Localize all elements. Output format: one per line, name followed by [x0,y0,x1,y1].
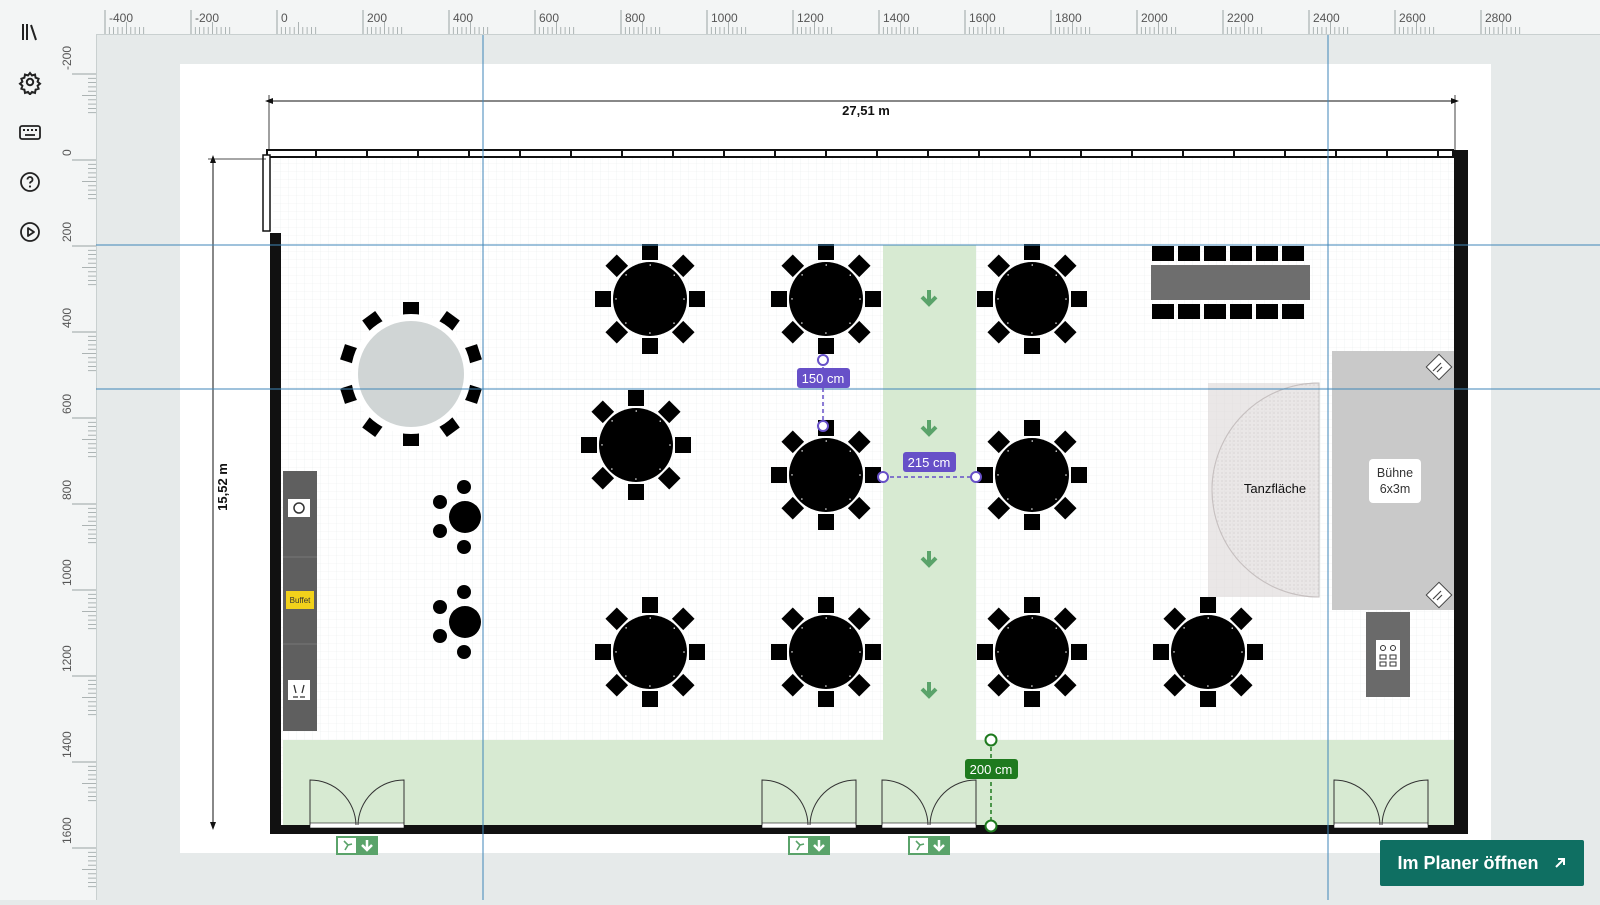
ruler-top-label: 1400 [883,11,910,25]
measure-150cm-label: 150 cm [802,371,845,386]
dimension-width-label: 27,51 m [842,103,890,118]
arrow-up-right-icon [1554,858,1565,868]
ruler-left-label: 600 [60,394,74,414]
ruler-top-label: 2800 [1485,11,1512,25]
open-in-planner-button[interactable]: Im Planer öffnen [1380,840,1584,886]
ruler-left-label: 1600 [60,817,74,844]
ruler-left-label: 1200 [60,645,74,672]
ruler-left-label: -200 [60,46,74,70]
ruler-left-label: 800 [60,480,74,500]
stage-label-line1: Bühne [1377,466,1413,480]
ruler-top-label: 2400 [1313,11,1340,25]
open-in-planner-label: Im Planer öffnen [1397,852,1539,873]
ruler-top-label: 2200 [1227,11,1254,25]
settings-icon[interactable] [17,69,43,97]
ruler-left-label: 1400 [60,731,74,758]
ruler-top-label: 2600 [1399,11,1426,25]
floor-plan-canvas[interactable]: 27,51 m 15,52 m Tanzfläche Bühne 6x3m Bu… [96,35,1600,905]
ruler-top-label: 1200 [797,11,824,25]
ruler-vertical: -200 0 200 400 600 800 1000 1200 1400 1600 [58,34,97,900]
ruler-top-label: 1600 [969,11,996,25]
stage-label-line2: 6x3m [1380,482,1411,496]
ruler-left-label: 1000 [60,559,74,586]
ruler-top-label: -400 [109,11,133,25]
measure-200cm-label: 200 cm [970,762,1013,777]
library-icon[interactable] [17,19,43,45]
mixer-icon [1376,640,1400,670]
help-icon[interactable] [17,169,43,195]
ruler-left-label: 0 [60,149,74,156]
ruler-top-label: 1800 [1055,11,1082,25]
play-icon[interactable] [17,219,43,245]
plate-icon [288,499,310,517]
ruler-left-label: 400 [60,308,74,328]
ruler-top-label: 2000 [1141,11,1168,25]
ruler-left-label: 200 [60,222,74,242]
dimension-height-label: 15,52 m [215,463,230,511]
ruler-top-label: -200 [195,11,219,25]
measure-215cm-label: 215 cm [908,455,951,470]
ruler-top-label: 0 [281,11,288,25]
aisle-vertical [883,245,976,740]
ruler-top-label: 1000 [711,11,738,25]
left-toolbar [0,0,59,900]
glasses-icon [288,680,310,700]
aisle-horizontal [283,740,1455,829]
dance-floor-label: Tanzfläche [1244,481,1306,496]
ruler-horizontal: -400 -200 0 200 400 600 800 1000 1200 1400 1600 180… [96,0,1600,35]
keyboard-icon[interactable] [17,119,43,145]
ruler-corner [58,0,97,35]
buffet-label: Buffet [290,596,312,605]
